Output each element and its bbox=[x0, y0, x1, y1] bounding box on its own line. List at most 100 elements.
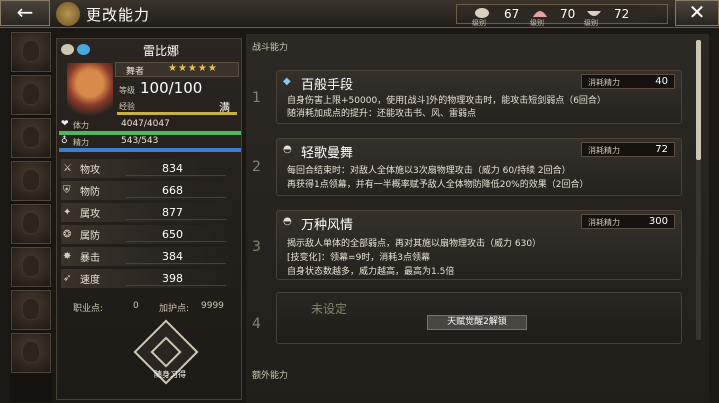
guard-points-label: 加护点: bbox=[159, 304, 190, 314]
hp-row: ❤ 体力 4047/4047 bbox=[61, 119, 239, 131]
job-points-label: 职业点: bbox=[73, 304, 104, 314]
ability-icon: ◆ bbox=[283, 76, 291, 87]
ability-desc: 随消耗加成点的提升：还能攻击书、风、雷弱点 bbox=[287, 109, 477, 119]
character-name: 雷比娜 bbox=[143, 44, 180, 58]
portrait-icon bbox=[22, 169, 40, 191]
ability-card[interactable]: ◓ 轻歌曼舞 消耗精力 72 每回合结束时：对敌人全体施以3次扇物理攻击（威力 6… bbox=[276, 138, 682, 196]
points-row: 职业点: 0 加护点: 9999 bbox=[61, 301, 241, 315]
character-portrait bbox=[67, 63, 113, 121]
fan-icon: ◓ bbox=[283, 216, 292, 227]
roster-slot[interactable] bbox=[11, 161, 51, 201]
stat-name: 暴击 bbox=[80, 253, 100, 264]
close-button[interactable]: ✕ bbox=[675, 0, 719, 26]
element-icons bbox=[61, 44, 90, 55]
portrait-icon bbox=[22, 83, 40, 105]
mp-label: 精力 bbox=[73, 138, 89, 147]
star-rating: ★★★★★ bbox=[168, 63, 218, 74]
water-icon bbox=[77, 44, 90, 55]
cost-box: 消耗精力 300 bbox=[581, 214, 675, 229]
stat-row: ➶ 速度 398 bbox=[61, 269, 237, 288]
portrait-icon bbox=[22, 126, 40, 148]
portrait-icon bbox=[22, 341, 40, 363]
roster-slot[interactable] bbox=[11, 333, 51, 373]
shell-icon: 级别 bbox=[530, 7, 548, 27]
staff-icon: ✦ bbox=[63, 207, 72, 218]
stat-row: ❂ 属防 650 bbox=[61, 225, 237, 244]
currency-shell: 级别 70 bbox=[530, 7, 576, 27]
shield-icon: ⛨ bbox=[63, 185, 71, 196]
class-name: 舞者 bbox=[126, 67, 145, 77]
ability-name: 百般手段 bbox=[301, 78, 354, 93]
unlock-badge: 天赋觉醒2解锁 bbox=[427, 315, 527, 330]
ability-name: 轻歌曼舞 bbox=[301, 146, 354, 161]
slot-number: 2 bbox=[252, 159, 261, 175]
class-box: 舞者 ★★★★★ bbox=[115, 62, 239, 77]
roster-slot[interactable] bbox=[11, 75, 51, 115]
extra-section-title: 额外能力 bbox=[252, 371, 289, 381]
stat-value: 384 bbox=[126, 250, 226, 264]
stat-value: 834 bbox=[126, 162, 226, 176]
portrait-icon bbox=[22, 298, 40, 320]
mp-value: 543/543 bbox=[121, 136, 159, 146]
ability-desc: [技变化]：领幕=9时，消耗3点领幕 bbox=[287, 253, 431, 263]
stats-list: ⚔ 物攻 834 ⛨ 物防 668 ✦ 属攻 877 ❂ 属防 650 ✸ 暴击 384 ➶ 速度 39… bbox=[61, 159, 237, 291]
ability-desc: 再获得1点领幕，并有一半概率赋予敌人全体物防降低20%的效果（2回合） bbox=[287, 180, 589, 190]
roster-slot[interactable] bbox=[11, 290, 51, 330]
roster-slot[interactable] bbox=[11, 204, 51, 244]
slot-number: 3 bbox=[252, 239, 261, 255]
cost-box: 消耗精力 40 bbox=[581, 74, 675, 89]
cost-box: 消耗精力 72 bbox=[581, 142, 675, 157]
orb-icon: ❂ bbox=[63, 229, 72, 240]
stat-value: 398 bbox=[126, 272, 226, 286]
bowl-icon: 级别 bbox=[584, 7, 602, 27]
roster-slot[interactable] bbox=[11, 118, 51, 158]
ability-panel: 战斗能力 1 ◆ 百般手段 消耗精力 40 自身伤害上限+50000，使用[战斗]… bbox=[246, 34, 709, 403]
hp-value: 4047/4047 bbox=[121, 119, 170, 129]
hp-label: 体力 bbox=[73, 121, 89, 130]
scrollbar[interactable] bbox=[696, 40, 701, 340]
ability-desc: 揭示敌人单体的全部弱点，再对其施以扇物理攻击（威力 630） bbox=[287, 239, 542, 249]
portrait-icon bbox=[22, 212, 40, 234]
guard-points-value: 9999 bbox=[201, 301, 224, 311]
exp-label: 经验 bbox=[119, 102, 135, 111]
ability-card[interactable]: ◓ 万种风情 消耗精力 300 揭示敌人单体的全部弱点，再对其施以扇物理攻击（威力… bbox=[276, 210, 682, 280]
stat-row: ⚔ 物攻 834 bbox=[61, 159, 237, 178]
scrollbar-thumb[interactable] bbox=[696, 40, 701, 160]
mp-bar bbox=[59, 148, 241, 152]
ability-desc: 自身伤害上限+50000，使用[战斗]外的物理攻击时，能攻击短剑弱点（6回合） bbox=[287, 96, 606, 106]
ability-card[interactable]: ◆ 百般手段 消耗精力 40 自身伤害上限+50000，使用[战斗]外的物理攻击时… bbox=[276, 70, 682, 124]
heart-icon: ❤ bbox=[61, 119, 69, 129]
fan-icon: ◓ bbox=[283, 144, 292, 155]
top-bar: ← 更改能力 级别 67 级别 70 级别 72 ✕ bbox=[0, 0, 719, 28]
back-button[interactable]: ← bbox=[0, 0, 50, 26]
ability-card-empty[interactable]: 未设定 天赋觉醒2解锁 bbox=[276, 292, 682, 344]
drop-icon: ♁ bbox=[61, 136, 68, 146]
crest-icon: 级别 bbox=[472, 7, 490, 27]
slot-number: 4 bbox=[252, 316, 261, 332]
job-points-value: 0 bbox=[133, 301, 139, 311]
slot-number: 1 bbox=[252, 90, 261, 106]
diamond-icon bbox=[150, 336, 182, 368]
sword-icon: ⚔ bbox=[63, 163, 72, 174]
stat-value: 668 bbox=[126, 184, 226, 198]
wind-icon bbox=[61, 44, 74, 55]
roster-slot[interactable] bbox=[11, 247, 51, 287]
exp-bar bbox=[117, 112, 237, 115]
stat-name: 速度 bbox=[80, 275, 100, 286]
hp-bar bbox=[59, 131, 241, 135]
character-roster bbox=[10, 32, 52, 402]
crit-icon: ✸ bbox=[63, 251, 72, 262]
level-label: 等级 bbox=[119, 86, 135, 95]
character-panel: 雷比娜 舞者 ★★★★★ 等级 100/100 经验 满 ❤ 体力 4047/4… bbox=[56, 38, 242, 400]
roster-slot[interactable] bbox=[11, 32, 51, 72]
stat-name: 物攻 bbox=[80, 165, 100, 176]
page-emblem-icon bbox=[56, 2, 80, 26]
ability-name: 万种风情 bbox=[301, 218, 354, 233]
stat-name: 属防 bbox=[80, 231, 100, 242]
portrait-icon bbox=[22, 255, 40, 277]
stat-value: 650 bbox=[126, 228, 226, 242]
ability-desc: 自身状态数越多，威力越高，最高为1.5倍 bbox=[287, 267, 455, 277]
stat-row: ✦ 属攻 877 bbox=[61, 203, 237, 222]
empty-slot-label: 未设定 bbox=[311, 302, 348, 316]
stat-row: ✸ 暴击 384 bbox=[61, 247, 237, 266]
